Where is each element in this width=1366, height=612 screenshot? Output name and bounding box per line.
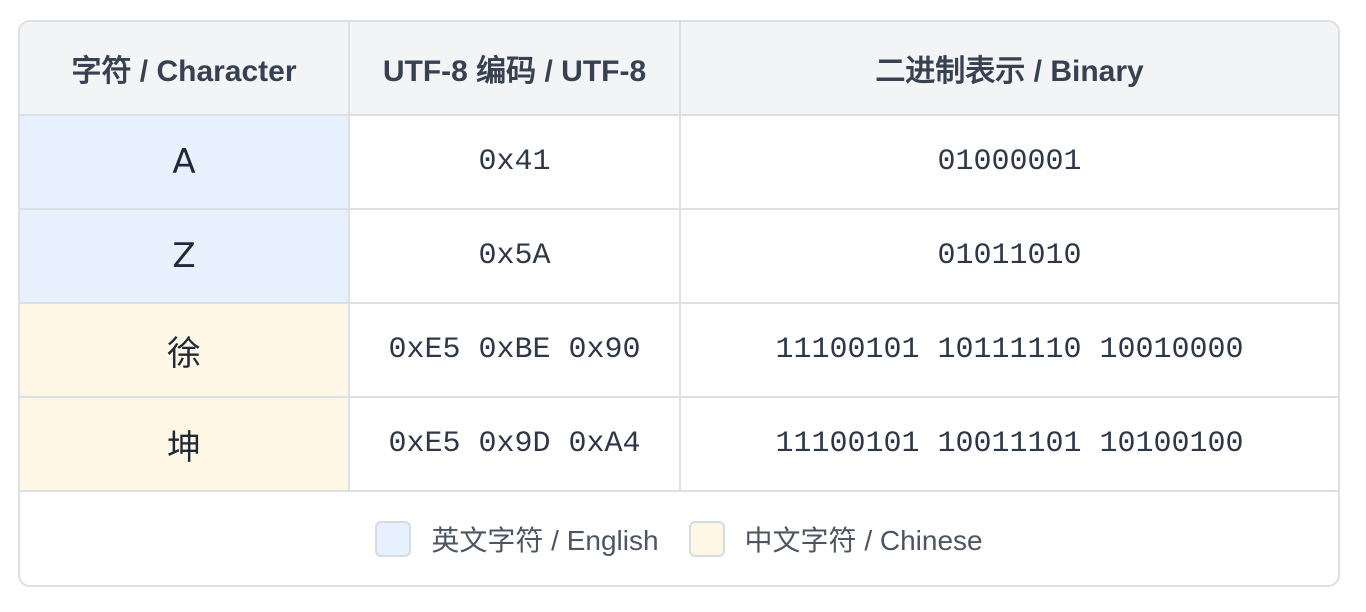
legend-item-chinese: 中文字符 / Chinese (688, 519, 983, 559)
header-character: 字符 / Character (20, 22, 350, 116)
row-char-cell: 徐 (20, 304, 350, 398)
row-char-cell: 坤 (20, 398, 350, 492)
row-char-cell: A (20, 116, 350, 210)
legend-swatch-english (375, 521, 412, 557)
row-utf8-cell: 0xE5 0x9D 0xA4 (350, 398, 681, 492)
legend-item-english: 英文字符 / English (375, 519, 659, 559)
legend-swatch-chinese (688, 521, 725, 557)
row-char-cell: Z (20, 210, 350, 304)
row-binary-cell: 11100101 10011101 10100100 (681, 398, 1338, 492)
legend-label-english: 英文字符 / English (431, 525, 659, 556)
legend: 英文字符 / English 中文字符 / Chinese (20, 494, 1338, 584)
row-binary-cell: 01011010 (681, 210, 1338, 304)
row-binary-cell: 01000001 (681, 116, 1338, 210)
header-utf8: UTF-8 编码 / UTF-8 (350, 22, 681, 116)
encoding-table-card: 字符 / Character UTF-8 编码 / UTF-8 二进制表示 / … (18, 20, 1340, 587)
row-utf8-cell: 0x5A (350, 210, 681, 304)
encoding-table: 字符 / Character UTF-8 编码 / UTF-8 二进制表示 / … (20, 22, 1338, 492)
row-binary-cell: 11100101 10111110 10010000 (681, 304, 1338, 398)
header-binary: 二进制表示 / Binary (681, 22, 1338, 116)
legend-label-chinese: 中文字符 / Chinese (744, 525, 983, 556)
row-utf8-cell: 0x41 (350, 116, 681, 210)
row-utf8-cell: 0xE5 0xBE 0x90 (350, 304, 681, 398)
